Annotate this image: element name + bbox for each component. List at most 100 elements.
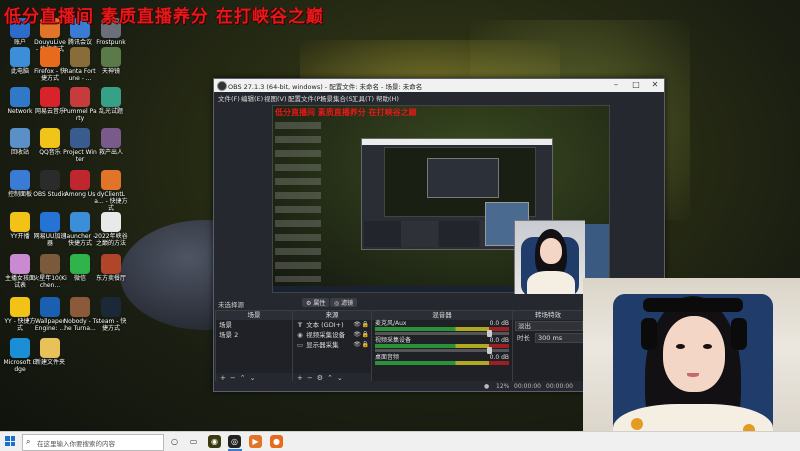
desktop-shortcut-label: Pummel Party xyxy=(63,108,97,122)
desktop-shortcut[interactable]: Microsoft Edge xyxy=(3,338,37,373)
menu-help[interactable]: 帮助(H) xyxy=(376,93,399,103)
windows-start-icon[interactable] xyxy=(5,436,15,446)
eye-icon[interactable]: 👁 xyxy=(353,331,361,339)
fader-knob[interactable] xyxy=(487,330,492,337)
desktop-shortcut-label: 控制面板 xyxy=(7,191,32,198)
desktop-shortcut[interactable]: YY - 快捷方式 xyxy=(3,297,37,332)
desktop-shortcut[interactable]: 新建文件夹 xyxy=(33,338,67,366)
filters-button[interactable]: ◎ 滤镜 xyxy=(330,298,358,307)
desktop-shortcut[interactable]: Wallpaper Engine: ... xyxy=(33,297,67,332)
nobody-game-icon xyxy=(70,297,90,317)
desktop-shortcut-label: 网易UU加速器 xyxy=(33,233,67,247)
desktop-shortcut[interactable]: Project Winter xyxy=(63,128,97,163)
desktop-shortcut-label: Network xyxy=(7,108,33,115)
taskbar-firefox-icon[interactable]: ● xyxy=(270,435,283,448)
desktop-shortcut[interactable]: 东方卖餐厅 xyxy=(94,254,128,282)
desktop-shortcut[interactable]: 天神镜 xyxy=(94,47,128,75)
duration-input[interactable]: 300 ms xyxy=(535,333,585,343)
desktop-shortcut[interactable]: 网易云音乐 xyxy=(33,87,67,115)
desktop-shortcut-label: 乱光试题 xyxy=(98,108,123,115)
desktop-shortcut[interactable]: 主播女孩面试表 xyxy=(3,254,37,289)
track-name: 视频采集设备 xyxy=(375,337,412,344)
desktop-shortcut[interactable]: Among Us xyxy=(63,170,97,198)
menu-edit[interactable]: 编辑(E) xyxy=(241,93,263,103)
fader-knob[interactable] xyxy=(487,347,492,354)
menu-tools[interactable]: 工具(T) xyxy=(352,93,374,103)
taskbar-douyu-icon[interactable]: ▶ xyxy=(249,435,262,448)
scene-item[interactable]: 场景 xyxy=(216,320,292,330)
menu-file[interactable]: 文件(F) xyxy=(218,93,240,103)
scenes-header: 场景 xyxy=(216,311,292,320)
desktop-shortcut[interactable]: 救产出人 xyxy=(94,128,128,156)
edge-icon xyxy=(10,338,30,358)
desktop-shortcut[interactable]: Nobody - The Turna... xyxy=(63,297,97,332)
transition-type-select[interactable]: 淡出 xyxy=(515,321,583,331)
desktop-shortcut[interactable]: dyClientLa... - 快捷方式 xyxy=(94,170,128,212)
ranta-fortune-icon xyxy=(70,47,90,67)
source-item[interactable]: T 文本 (GDI+) 👁 🔒 xyxy=(293,320,371,330)
desktop-shortcut-label: 腾讯会议 xyxy=(67,39,92,46)
desktop-shortcut-label: 账户 xyxy=(13,39,26,46)
wallpaper-engine-icon xyxy=(40,297,60,317)
transition-type-row: 淡出 xyxy=(513,320,583,332)
qq-music-icon xyxy=(40,128,60,148)
volume-fader[interactable] xyxy=(375,347,509,354)
desktop-shortcut[interactable]: 网易UU加速器 xyxy=(33,212,67,247)
desktop-shortcut[interactable]: steam - 快捷方式 xyxy=(94,297,128,332)
filter-icon: ◎ xyxy=(334,300,340,307)
desktop-shortcut[interactable]: 火星年10(Kichen... xyxy=(33,254,67,289)
menu-view[interactable]: 视图(V) xyxy=(264,93,287,103)
desktop-shortcut[interactable]: 此电脑 xyxy=(3,47,37,75)
desktop-shortcut[interactable]: Firefox - 快捷方式 xyxy=(33,47,67,82)
taskbar-search-input[interactable]: ⌕ 在这里输入你要搜索的内容 xyxy=(22,434,164,451)
menu-scene-collection[interactable]: 场景集合(S) xyxy=(320,93,355,103)
pummel-party-icon xyxy=(70,87,90,107)
desktop-shortcut[interactable]: 微信 xyxy=(63,254,97,282)
minimize-icon[interactable]: – xyxy=(606,80,626,91)
eye-icon[interactable]: 👁 xyxy=(353,341,361,349)
desktop-shortcut[interactable]: 回收站 xyxy=(3,128,37,156)
volume-fader[interactable] xyxy=(375,330,509,337)
taskbar-app-icon[interactable]: ◉ xyxy=(208,435,221,448)
search-icon: ⌕ xyxy=(26,437,31,446)
taskbar-obs-icon[interactable]: ◎ xyxy=(228,435,241,448)
headphone-band xyxy=(643,298,743,312)
properties-button[interactable]: ⚙ 属性 xyxy=(302,298,330,307)
desktop-shortcut[interactable]: launcher - 快捷方式 xyxy=(63,212,97,247)
menu-profile[interactable]: 配置文件(P) xyxy=(288,93,323,103)
desktop-shortcut-label: YY开播 xyxy=(10,233,30,240)
task-view-icon[interactable]: ▭ xyxy=(187,435,200,448)
desktop-shortcut[interactable]: 乱光试题 xyxy=(94,87,128,115)
lock-icon[interactable]: 🔒 xyxy=(362,341,369,349)
desktop-shortcut[interactable]: YY开播 xyxy=(3,212,37,240)
desktop-shortcut[interactable]: QQ音乐 xyxy=(33,128,67,156)
tpm-icon xyxy=(101,87,121,107)
headphone-right xyxy=(731,318,747,350)
source-item[interactable]: ◉ 视频采集设备 👁 🔒 xyxy=(293,330,371,340)
desktop-shortcut[interactable]: Ranta Fortune - ... xyxy=(63,47,97,82)
text-source-icon: T xyxy=(297,321,303,329)
desktop-shortcut-label: 回收站 xyxy=(10,149,29,156)
lock-icon[interactable]: 🔒 xyxy=(362,321,369,329)
eye-icon[interactable]: 👁 xyxy=(353,321,361,329)
desktop-shortcut[interactable]: 控制面板 xyxy=(3,170,37,198)
close-icon[interactable]: ✕ xyxy=(645,80,665,91)
scene-item[interactable]: 场景 2 xyxy=(216,330,292,340)
maximize-icon[interactable]: □ xyxy=(626,80,646,91)
firefox-icon xyxy=(40,47,60,67)
desktop-shortcut[interactable]: 2022年峡谷之巅的方法 xyxy=(94,212,128,247)
recycle-bin-icon xyxy=(10,128,30,148)
no-source-selected-label: 未选择源 xyxy=(218,301,244,309)
cortana-icon[interactable]: ○ xyxy=(168,435,181,448)
lock-icon[interactable]: 🔒 xyxy=(362,331,369,339)
desktop-shortcut[interactable]: OBS Studio xyxy=(33,170,67,198)
tianshenjing-icon xyxy=(101,47,121,67)
desktop-shortcut[interactable]: Pummel Party xyxy=(63,87,97,122)
desktop-shortcut[interactable]: Network xyxy=(3,87,37,115)
obs-titlebar[interactable]: OBS 27.1.3 (64-bit, windows) - 配置文件: 未命名… xyxy=(214,79,664,92)
obs-menubar: 文件(F) 编辑(E) 视图(V) 配置文件(P) 场景集合(S) 工具(T) … xyxy=(214,92,664,103)
source-item[interactable]: ▭ 显示器采集 👁 🔒 xyxy=(293,340,371,350)
launcher-icon xyxy=(70,212,90,232)
mixer-track: 视频采集设备 0.0 dB xyxy=(372,337,512,354)
network-icon xyxy=(10,87,30,107)
